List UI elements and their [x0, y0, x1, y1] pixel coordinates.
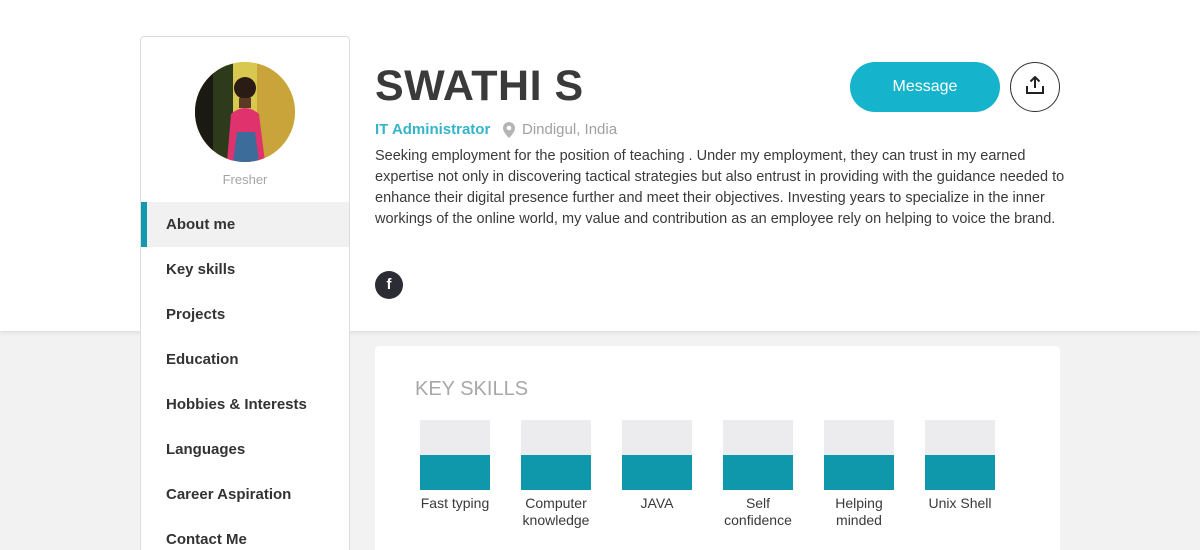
experience-status: Fresher [222, 172, 268, 187]
sidebar-item-languages[interactable]: Languages [141, 427, 349, 472]
skill-level-bar [723, 420, 793, 490]
sidebar-item-career-aspiration[interactable]: Career Aspiration [141, 472, 349, 517]
sidebar-item-hobbies-interests[interactable]: Hobbies & Interests [141, 382, 349, 427]
share-button[interactable] [1010, 62, 1060, 112]
sidebar-item-about-me[interactable]: About me [141, 202, 349, 247]
skill-level-bar [420, 420, 490, 490]
profile-role: IT Administrator [375, 121, 491, 138]
skill-label: Unix Shell [928, 495, 992, 511]
skill-label: JAVA [640, 495, 674, 511]
skill-level-bar [925, 420, 995, 490]
skill-label: Fast typing [420, 495, 490, 511]
skill-item: JAVA [612, 420, 702, 512]
skill-label: Helping minded [835, 495, 883, 528]
skill-item: Computer knowledge [511, 420, 601, 529]
skill-label: Self confidence [724, 495, 792, 528]
skill-level-fill [723, 455, 793, 490]
location-text: Dindigul, India [522, 121, 618, 138]
skill-item: Fast typing [410, 420, 500, 512]
sidebar-item-education[interactable]: Education [141, 337, 349, 382]
message-button[interactable]: Message [850, 62, 1000, 112]
sidebar-item-key-skills[interactable]: Key skills [141, 247, 349, 292]
skill-level-bar [824, 420, 894, 490]
skill-label: Computer knowledge [522, 495, 590, 528]
skill-level-fill [925, 455, 995, 490]
key-skills-title: KEY SKILLS [415, 378, 529, 400]
share-icon [1025, 75, 1045, 100]
sidebar-item-contact-me[interactable]: Contact Me [141, 517, 349, 550]
sidebar-item-projects[interactable]: Projects [141, 292, 349, 337]
key-skills-card: KEY SKILLS Fast typing Computer knowledge… [375, 346, 1060, 550]
profile-sidebar: Fresher About me Key skills Projects Educat… [140, 36, 350, 550]
skill-level-fill [622, 455, 692, 490]
skill-item: Helping minded [814, 420, 904, 529]
sidebar-nav: About me Key skills Projects Education Hobbi… [141, 202, 349, 550]
skill-level-fill [420, 455, 490, 490]
skill-level-bar [521, 420, 591, 490]
facebook-icon[interactable]: f [375, 271, 403, 299]
skill-item: Self confidence [713, 420, 803, 529]
profile-summary: Seeking employment for the position of t… [375, 148, 1065, 227]
profile-location: Dindigul, India [503, 121, 617, 138]
profile-name: SWATHI S [375, 62, 584, 110]
avatar [195, 62, 295, 162]
skill-item: Unix Shell [915, 420, 1005, 512]
skill-level-fill [521, 455, 591, 490]
skill-level-bar [622, 420, 692, 490]
location-pin-icon [503, 121, 515, 138]
skill-level-fill [824, 455, 894, 490]
